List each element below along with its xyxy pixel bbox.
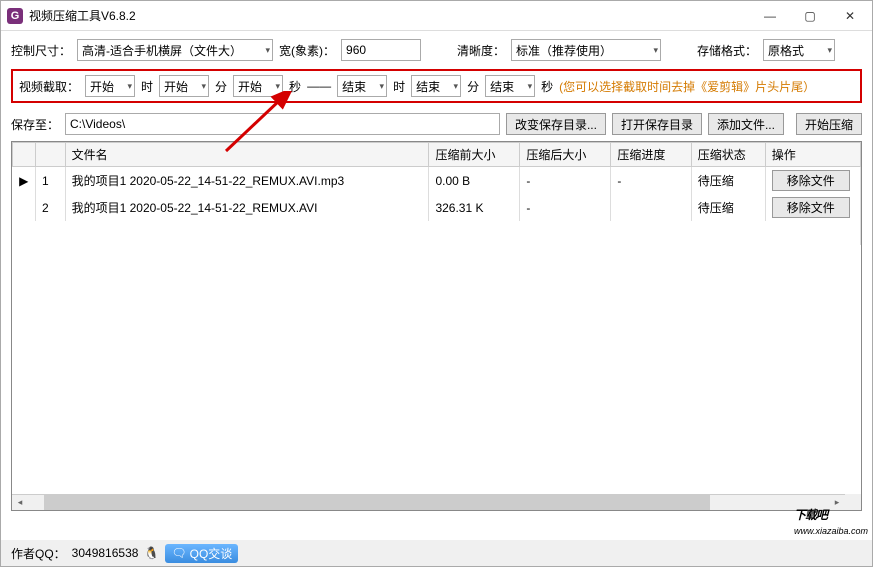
chevron-down-icon: ▾: [127, 81, 132, 92]
size-select[interactable]: 高清-适合手机横屏（文件大） ▾: [77, 39, 273, 61]
window-title: 视频压缩工具V6.8.2: [29, 7, 750, 24]
start-minute-select[interactable]: 开始▾: [159, 75, 209, 97]
second-label: 秒: [289, 78, 301, 95]
clip-label: 视频截取：: [19, 78, 79, 95]
hour-label: 时: [141, 78, 153, 95]
watermark-url: www.xiazaiba.com: [794, 526, 868, 536]
chevron-down-icon: ▾: [380, 81, 385, 92]
row-filename: 我的项目1 2020-05-22_14-51-22_REMUX.AVI: [65, 194, 429, 221]
save-row: 保存至： C:\Videos\ 改变保存目录... 打开保存目录 添加文件...…: [11, 113, 862, 135]
clip-divider: ——: [307, 79, 331, 93]
end-minute-select[interactable]: 结束▾: [411, 75, 461, 97]
row-indicator: ▶: [13, 167, 36, 195]
clarity-value: 标准（推荐使用）: [516, 42, 612, 59]
qq-chat-button[interactable]: 🗨 QQ交谈: [165, 544, 238, 563]
row-after: -: [520, 194, 611, 221]
width-value: 960: [346, 43, 366, 57]
add-file-button[interactable]: 添加文件...: [708, 113, 784, 135]
qq-penguin-icon: 🐧: [144, 546, 159, 560]
hour-label: 时: [393, 78, 405, 95]
table-row[interactable]: 2 我的项目1 2020-05-22_14-51-22_REMUX.AVI 32…: [13, 194, 861, 221]
col-progress[interactable]: 压缩进度: [611, 143, 691, 167]
width-input[interactable]: 960: [341, 39, 421, 61]
chevron-down-icon: ▾: [276, 81, 281, 92]
change-dir-button[interactable]: 改变保存目录...: [506, 113, 606, 135]
clarity-label: 清晰度：: [457, 42, 505, 59]
row-progress: -: [611, 167, 691, 195]
app-icon: G: [7, 8, 23, 24]
col-before[interactable]: 压缩前大小: [429, 143, 520, 167]
col-index: [35, 143, 65, 167]
watermark-text: 下载吧: [794, 508, 827, 522]
end-hour-select[interactable]: 结束▾: [337, 75, 387, 97]
horizontal-scrollbar[interactable]: ◂ ▸: [12, 494, 845, 510]
close-button[interactable]: ✕: [830, 1, 870, 31]
table-row[interactable]: ▶ 1 我的项目1 2020-05-22_14-51-22_REMUX.AVI.…: [13, 167, 861, 195]
row-progress: [611, 194, 691, 221]
chevron-down-icon: ▾: [828, 45, 833, 56]
row-status: 待压缩: [691, 194, 765, 221]
footer: 作者QQ： 3049816538 🐧 🗨 QQ交谈: [1, 540, 872, 566]
start-compress-button[interactable]: 开始压缩: [796, 113, 862, 135]
clip-row: 视频截取： 开始▾ 时 开始▾ 分 开始▾ 秒 —— 结束▾ 时 结束▾ 分 结…: [11, 69, 862, 103]
width-label: 宽(象素)：: [279, 42, 335, 59]
col-after[interactable]: 压缩后大小: [520, 143, 611, 167]
chevron-down-icon: ▾: [654, 45, 659, 56]
row-status: 待压缩: [691, 167, 765, 195]
empty-area: [13, 221, 861, 245]
chevron-down-icon: ▾: [528, 81, 533, 92]
clarity-select[interactable]: 标准（推荐使用） ▾: [511, 39, 661, 61]
watermark: 下载吧 www.xiazaiba.com: [794, 494, 868, 536]
row-index: 2: [35, 194, 65, 221]
chevron-down-icon: ▾: [454, 81, 459, 92]
format-label: 存储格式：: [697, 42, 757, 59]
end-second-select[interactable]: 结束▾: [485, 75, 535, 97]
author-label: 作者QQ：: [11, 545, 66, 562]
row-index: 1: [35, 167, 65, 195]
minute-label: 分: [467, 78, 479, 95]
author-qq: 3049816538: [72, 546, 139, 560]
file-table-container: 文件名 压缩前大小 压缩后大小 压缩进度 压缩状态 操作 ▶ 1 我的项目1 2…: [11, 141, 862, 511]
file-table: 文件名 压缩前大小 压缩后大小 压缩进度 压缩状态 操作 ▶ 1 我的项目1 2…: [12, 142, 861, 245]
row-after: -: [520, 167, 611, 195]
row-filename: 我的项目1 2020-05-22_14-51-22_REMUX.AVI.mp3: [65, 167, 429, 195]
remove-file-button[interactable]: 移除文件: [772, 197, 850, 218]
control-row: 控制尺寸： 高清-适合手机横屏（文件大） ▾ 宽(象素)： 960 清晰度： 标…: [11, 39, 862, 61]
save-path-input[interactable]: C:\Videos\: [65, 113, 500, 135]
row-before: 326.31 K: [429, 194, 520, 221]
row-action-cell: 移除文件: [765, 194, 860, 221]
save-label: 保存至：: [11, 116, 59, 133]
row-action-cell: 移除文件: [765, 167, 860, 195]
col-action[interactable]: 操作: [765, 143, 860, 167]
format-value: 原格式: [768, 42, 804, 59]
size-label: 控制尺寸：: [11, 42, 71, 59]
second-label: 秒: [541, 78, 553, 95]
scroll-left-icon[interactable]: ◂: [12, 495, 28, 510]
titlebar: G 视频压缩工具V6.8.2 — ▢ ✕: [1, 1, 872, 31]
row-indicator: [13, 194, 36, 221]
maximize-button[interactable]: ▢: [790, 1, 830, 31]
clip-hint: (您可以选择截取时间去掉《爱剪辑》片头片尾）: [559, 78, 815, 95]
size-value: 高清-适合手机横屏（文件大）: [82, 42, 242, 59]
col-indicator: [13, 143, 36, 167]
minute-label: 分: [215, 78, 227, 95]
start-second-select[interactable]: 开始▾: [233, 75, 283, 97]
col-name[interactable]: 文件名: [65, 143, 429, 167]
open-dir-button[interactable]: 打开保存目录: [612, 113, 702, 135]
remove-file-button[interactable]: 移除文件: [772, 170, 850, 191]
format-select[interactable]: 原格式 ▾: [763, 39, 835, 61]
start-hour-select[interactable]: 开始▾: [85, 75, 135, 97]
row-before: 0.00 B: [429, 167, 520, 195]
qq-icon: 🗨: [171, 546, 186, 560]
minimize-button[interactable]: —: [750, 1, 790, 31]
col-status[interactable]: 压缩状态: [691, 143, 765, 167]
scroll-thumb[interactable]: [44, 495, 710, 510]
chevron-down-icon: ▾: [202, 81, 207, 92]
chevron-down-icon: ▾: [265, 45, 270, 56]
